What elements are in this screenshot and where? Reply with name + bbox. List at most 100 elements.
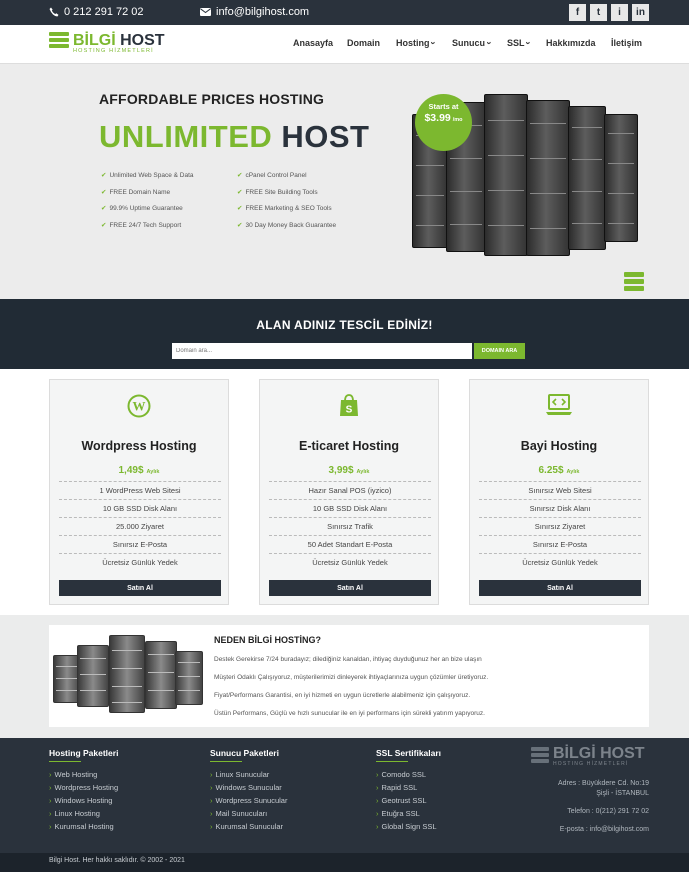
footer-link[interactable]: › Global Sign SSL [376,822,437,831]
buy-button[interactable]: Satın Al [479,580,641,596]
nav-item-sunucu[interactable]: Sunucu › [452,38,495,48]
footer-heading: SSL Sertifikaları [376,748,442,758]
chevron-right-icon: › [376,796,379,805]
package-feature: 50 Adet Standart E-Posta [269,535,431,553]
package-card-eticaret: S E-ticaret Hosting 3,99$ Aylık Hazır San… [259,379,439,605]
package-price: 3,99$ Aylık [328,465,370,476]
domain-search-button[interactable]: DOMAIN ARA [474,343,525,359]
package-feature: Sınırsız Web Sitesi [479,481,641,499]
package-card-wordpress: W Wordpress Hosting 1,49$ Aylık 1 WordPre… [49,379,229,605]
price-badge: Starts at $3.99/mo [415,94,472,151]
nav-item-iletisim[interactable]: İletişim [611,38,642,48]
check-icon: ✔ [101,189,107,196]
footer-link[interactable]: › Kurumsal Hosting [49,822,114,831]
layers-icon[interactable] [624,272,644,291]
linkedin-icon[interactable]: in [632,4,649,21]
hero-feature: ✔ FREE Domain Name [101,189,171,196]
footer-address-city: Şişli - İSTANBUL [596,790,649,797]
package-price: 6.25$ Aylık [538,465,580,476]
chevron-down-icon: › [523,41,534,45]
hero-feature: ✔ FREE Marketing & SEO Tools [237,205,332,212]
package-feature: Sınırsız E-Posta [59,535,221,553]
chevron-right-icon: › [210,770,213,779]
chevron-right-icon: › [376,783,379,792]
buy-button[interactable]: Satın Al [269,580,431,596]
package-feature: 10 GB SSD Disk Alanı [59,499,221,517]
chevron-right-icon: › [49,770,52,779]
email-contact[interactable]: info@bilgihost.com [200,6,309,18]
package-name: Bayi Hosting [520,439,598,453]
footer-address: Adres : Büyükdere Cd. No:19 [557,780,649,787]
footer-link[interactable]: › Windows Sunucular [210,783,282,792]
facebook-icon[interactable]: f [569,4,586,21]
nav-item-anasayfa[interactable]: Anasayfa [293,38,333,48]
package-feature: Sınırsız Disk Alanı [479,499,641,517]
chevron-right-icon: › [49,809,52,818]
domain-search-input[interactable] [172,343,472,359]
wordpress-icon: W [127,394,151,418]
footer-link[interactable]: › Rapid SSL [376,783,417,792]
svg-text:S: S [346,405,353,416]
footer-link[interactable]: › Etuğra SSL [376,809,420,818]
twitter-icon[interactable]: t [590,4,607,21]
check-icon: ✔ [101,222,107,229]
footer-link[interactable]: › Windows Hosting [49,796,112,805]
footer-link[interactable]: › Wordpress Hosting [49,783,118,792]
chevron-right-icon: › [210,809,213,818]
footer-link[interactable]: › Wordpress Sunucular [210,796,287,805]
package-feature: Sınırsız E-Posta [479,535,641,553]
nav-item-hosting[interactable]: Hosting › [396,38,439,48]
site-logo[interactable]: BİLGİ HOST HOSTING HİZMETLERİ [49,32,165,54]
chevron-right-icon: › [210,783,213,792]
nav-item-ssl[interactable]: SSL › [507,38,534,48]
chevron-down-icon: › [484,41,495,45]
footer-link[interactable]: › Web Hosting [49,770,97,779]
check-icon: ✔ [101,205,107,212]
hero-feature: ✔ FREE Site Building Tools [237,189,318,196]
check-icon: ✔ [237,222,243,229]
nav-item-domain[interactable]: Domain [347,38,380,48]
check-icon: ✔ [237,205,243,212]
chevron-right-icon: › [376,822,379,831]
package-feature: Ücretsiz Günlük Yedek [59,553,221,571]
hero-feature: ✔ FREE 24/7 Tech Support [101,222,182,229]
why-paragraph: Fiyat/Performans Garantisi, en iyi hizme… [214,692,471,699]
envelope-icon [200,8,211,16]
chevron-right-icon: › [210,822,213,831]
buy-button[interactable]: Satın Al [59,580,221,596]
check-icon: ✔ [237,189,243,196]
instagram-icon[interactable]: i [611,4,628,21]
footer-link[interactable]: › Comodo SSL [376,770,426,779]
chevron-right-icon: › [376,809,379,818]
footer-link[interactable]: › Mail Sunucuları [210,809,267,818]
why-box: NEDEN BİLGİ HOSTİNG? Destek Gerekirse 7/… [49,625,649,727]
package-name: E-ticaret Hosting [298,439,399,453]
footer-link[interactable]: › Linux Hosting [49,809,100,818]
footer-logo[interactable]: BİLGİ HOST HOSTING HİZMETLERİ [531,746,645,767]
hero-feature: ✔ 99.9% Uptime Guarantee [101,205,183,212]
footer-email: E-posta : info@bilgihost.com [559,826,649,833]
footer-link[interactable]: › Linux Sunucular [210,770,269,779]
package-feature: Ücretsiz Günlük Yedek [479,553,641,571]
chevron-right-icon: › [49,796,52,805]
footer-link[interactable]: › Kurumsal Sunucular [210,822,283,831]
check-icon: ✔ [237,172,243,179]
footer-phone: Telefon : 0(212) 291 72 02 [567,808,649,815]
chevron-right-icon: › [49,822,52,831]
package-feature: Hazır Sanal POS (iyzico) [269,481,431,499]
package-feature: 25.000 Ziyaret [59,517,221,535]
phone-icon [49,7,59,17]
nav-item-hakkimizda[interactable]: Hakkımızda [546,38,596,48]
package-feature: 1 WordPress Web Sitesi [59,481,221,499]
why-paragraph: Destek Gerekirse 7/24 buradayız; dilediğ… [214,656,482,663]
hero-banner: AFFORDABLE PRICES HOSTING UNLIMITED HOST… [0,64,689,299]
laptop-code-icon [546,394,572,415]
footer-heading: Hosting Paketleri [49,748,119,758]
footer-link[interactable]: › Geotrust SSL [376,796,427,805]
why-title: NEDEN BİLGİ HOSTİNG? [214,635,322,645]
chevron-right-icon: › [376,770,379,779]
chevron-down-icon: › [428,41,439,45]
package-price: 1,49$ Aylık [118,465,160,476]
why-paragraph: Üstün Performans, Güçlü ve hızlı sunucul… [214,710,485,717]
phone-contact[interactable]: 0 212 291 72 02 [49,6,144,18]
